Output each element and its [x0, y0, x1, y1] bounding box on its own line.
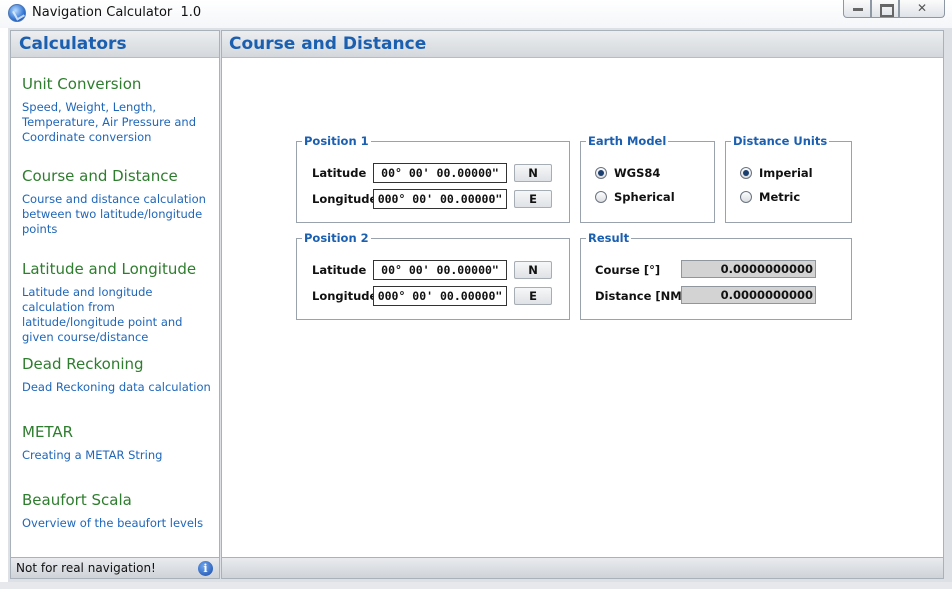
sidebar-item-desc: Creating a METAR String: [22, 448, 163, 462]
info-icon[interactable]: i: [198, 561, 213, 576]
sidebar-title: Calculators: [19, 34, 127, 54]
longitude-label: Longitude: [312, 289, 378, 303]
position-1-group: Position 1 Latitude 00° 00' 00.00000" N …: [296, 134, 570, 223]
course-label: Course [°]: [595, 263, 661, 277]
sidebar-header: Calculators: [11, 31, 219, 58]
sidebar-item-latitude-and-longitude[interactable]: Latitude and Longitude Latitude and long…: [22, 260, 212, 345]
sidebar-item-title: METAR: [22, 423, 74, 441]
sidebar-item-title: Unit Conversion: [22, 75, 142, 93]
window-title: Navigation Calculator 1.0: [32, 5, 201, 20]
close-button[interactable]: ✕: [899, 0, 945, 18]
sidebar-item-course-and-distance[interactable]: Course and Distance Course and distance …: [22, 167, 212, 237]
radio-unselected-icon: [595, 191, 607, 203]
app-version: 1.0: [180, 5, 202, 20]
position-2-legend: Position 2: [302, 231, 371, 245]
calculator-sidebar: Calculators Unit Conversion Speed, Weigh…: [10, 30, 220, 579]
earth-model-group: Earth Model WGS84 Spherical: [580, 134, 715, 223]
result-legend: Result: [586, 231, 632, 245]
sidebar-item-dead-reckoning[interactable]: Dead Reckoning Dead Reckoning data calcu…: [22, 355, 212, 395]
window-frame-bottom: [0, 582, 952, 589]
sidebar-item-beaufort-scala[interactable]: Beaufort Scala Overview of the beaufort …: [22, 491, 212, 531]
sidebar-item-desc: Course and distance calculation between …: [22, 192, 206, 236]
title-bar: Navigation Calculator 1.0 ✕: [0, 0, 952, 28]
disclaimer-text: Not for real navigation!: [16, 561, 156, 575]
sidebar-item-desc: Dead Reckoning data calculation: [22, 380, 211, 394]
globe-icon: [8, 4, 26, 22]
position-2-longitude-input[interactable]: 000° 00' 00.00000": [373, 286, 507, 306]
earth-model-legend: Earth Model: [586, 134, 669, 148]
result-group: Result Course [°] 0.0000000000 Distance …: [580, 231, 852, 320]
radio-label: Metric: [759, 190, 801, 204]
close-icon: ✕: [916, 1, 928, 15]
distance-label: Distance [NM]: [595, 289, 687, 303]
position-1-legend: Position 1: [302, 134, 371, 148]
position-2-longitude-hemisphere-button[interactable]: E: [514, 287, 552, 305]
position-2-latitude-hemisphere-button[interactable]: N: [514, 261, 552, 279]
main-header: Course and Distance: [222, 31, 943, 58]
longitude-label: Longitude: [312, 192, 378, 206]
sidebar-item-title: Dead Reckoning: [22, 355, 144, 373]
distance-units-legend: Distance Units: [731, 134, 830, 148]
radio-label: Spherical: [614, 190, 675, 204]
app-name: Navigation Calculator: [32, 5, 173, 20]
sidebar-item-desc: Speed, Weight, Length, Temperature, Air …: [22, 100, 196, 144]
radio-label: WGS84: [614, 166, 661, 180]
sidebar-item-desc: Overview of the beaufort levels: [22, 516, 204, 530]
main-footer: [222, 557, 943, 578]
position-1-longitude-input[interactable]: 000° 00' 00.00000": [373, 189, 507, 209]
latitude-label: Latitude: [312, 166, 367, 180]
radio-selected-icon: [740, 167, 752, 179]
page-title: Course and Distance: [229, 34, 427, 54]
radio-label: Imperial: [759, 166, 813, 180]
minimize-button[interactable]: [843, 0, 871, 18]
maximize-button[interactable]: [871, 0, 899, 18]
sidebar-footer: Not for real navigation! i: [11, 557, 219, 578]
course-result-field: 0.0000000000: [681, 260, 816, 278]
position-2-group: Position 2 Latitude 00° 00' 00.00000" N …: [296, 231, 570, 320]
position-1-latitude-hemisphere-button[interactable]: N: [514, 164, 552, 182]
sidebar-item-unit-conversion[interactable]: Unit Conversion Speed, Weight, Length, T…: [22, 75, 212, 145]
position-1-longitude-hemisphere-button[interactable]: E: [514, 190, 552, 208]
sidebar-item-title: Beaufort Scala: [22, 491, 132, 509]
sidebar-item-desc: Latitude and longitude calculation from …: [22, 285, 183, 344]
radio-selected-icon: [595, 167, 607, 179]
sidebar-item-title: Course and Distance: [22, 167, 178, 185]
sidebar-item-title: Latitude and Longitude: [22, 260, 197, 278]
position-1-latitude-input[interactable]: 00° 00' 00.00000": [373, 163, 507, 183]
distance-units-group: Distance Units Imperial Metric: [725, 134, 852, 223]
distance-result-field: 0.0000000000: [681, 286, 816, 304]
position-2-latitude-input[interactable]: 00° 00' 00.00000": [373, 260, 507, 280]
latitude-label: Latitude: [312, 263, 367, 277]
radio-unselected-icon: [740, 191, 752, 203]
course-distance-panel: Course and Distance Position 1 Latitude …: [221, 30, 944, 579]
sidebar-item-metar[interactable]: METAR Creating a METAR String: [22, 423, 212, 463]
